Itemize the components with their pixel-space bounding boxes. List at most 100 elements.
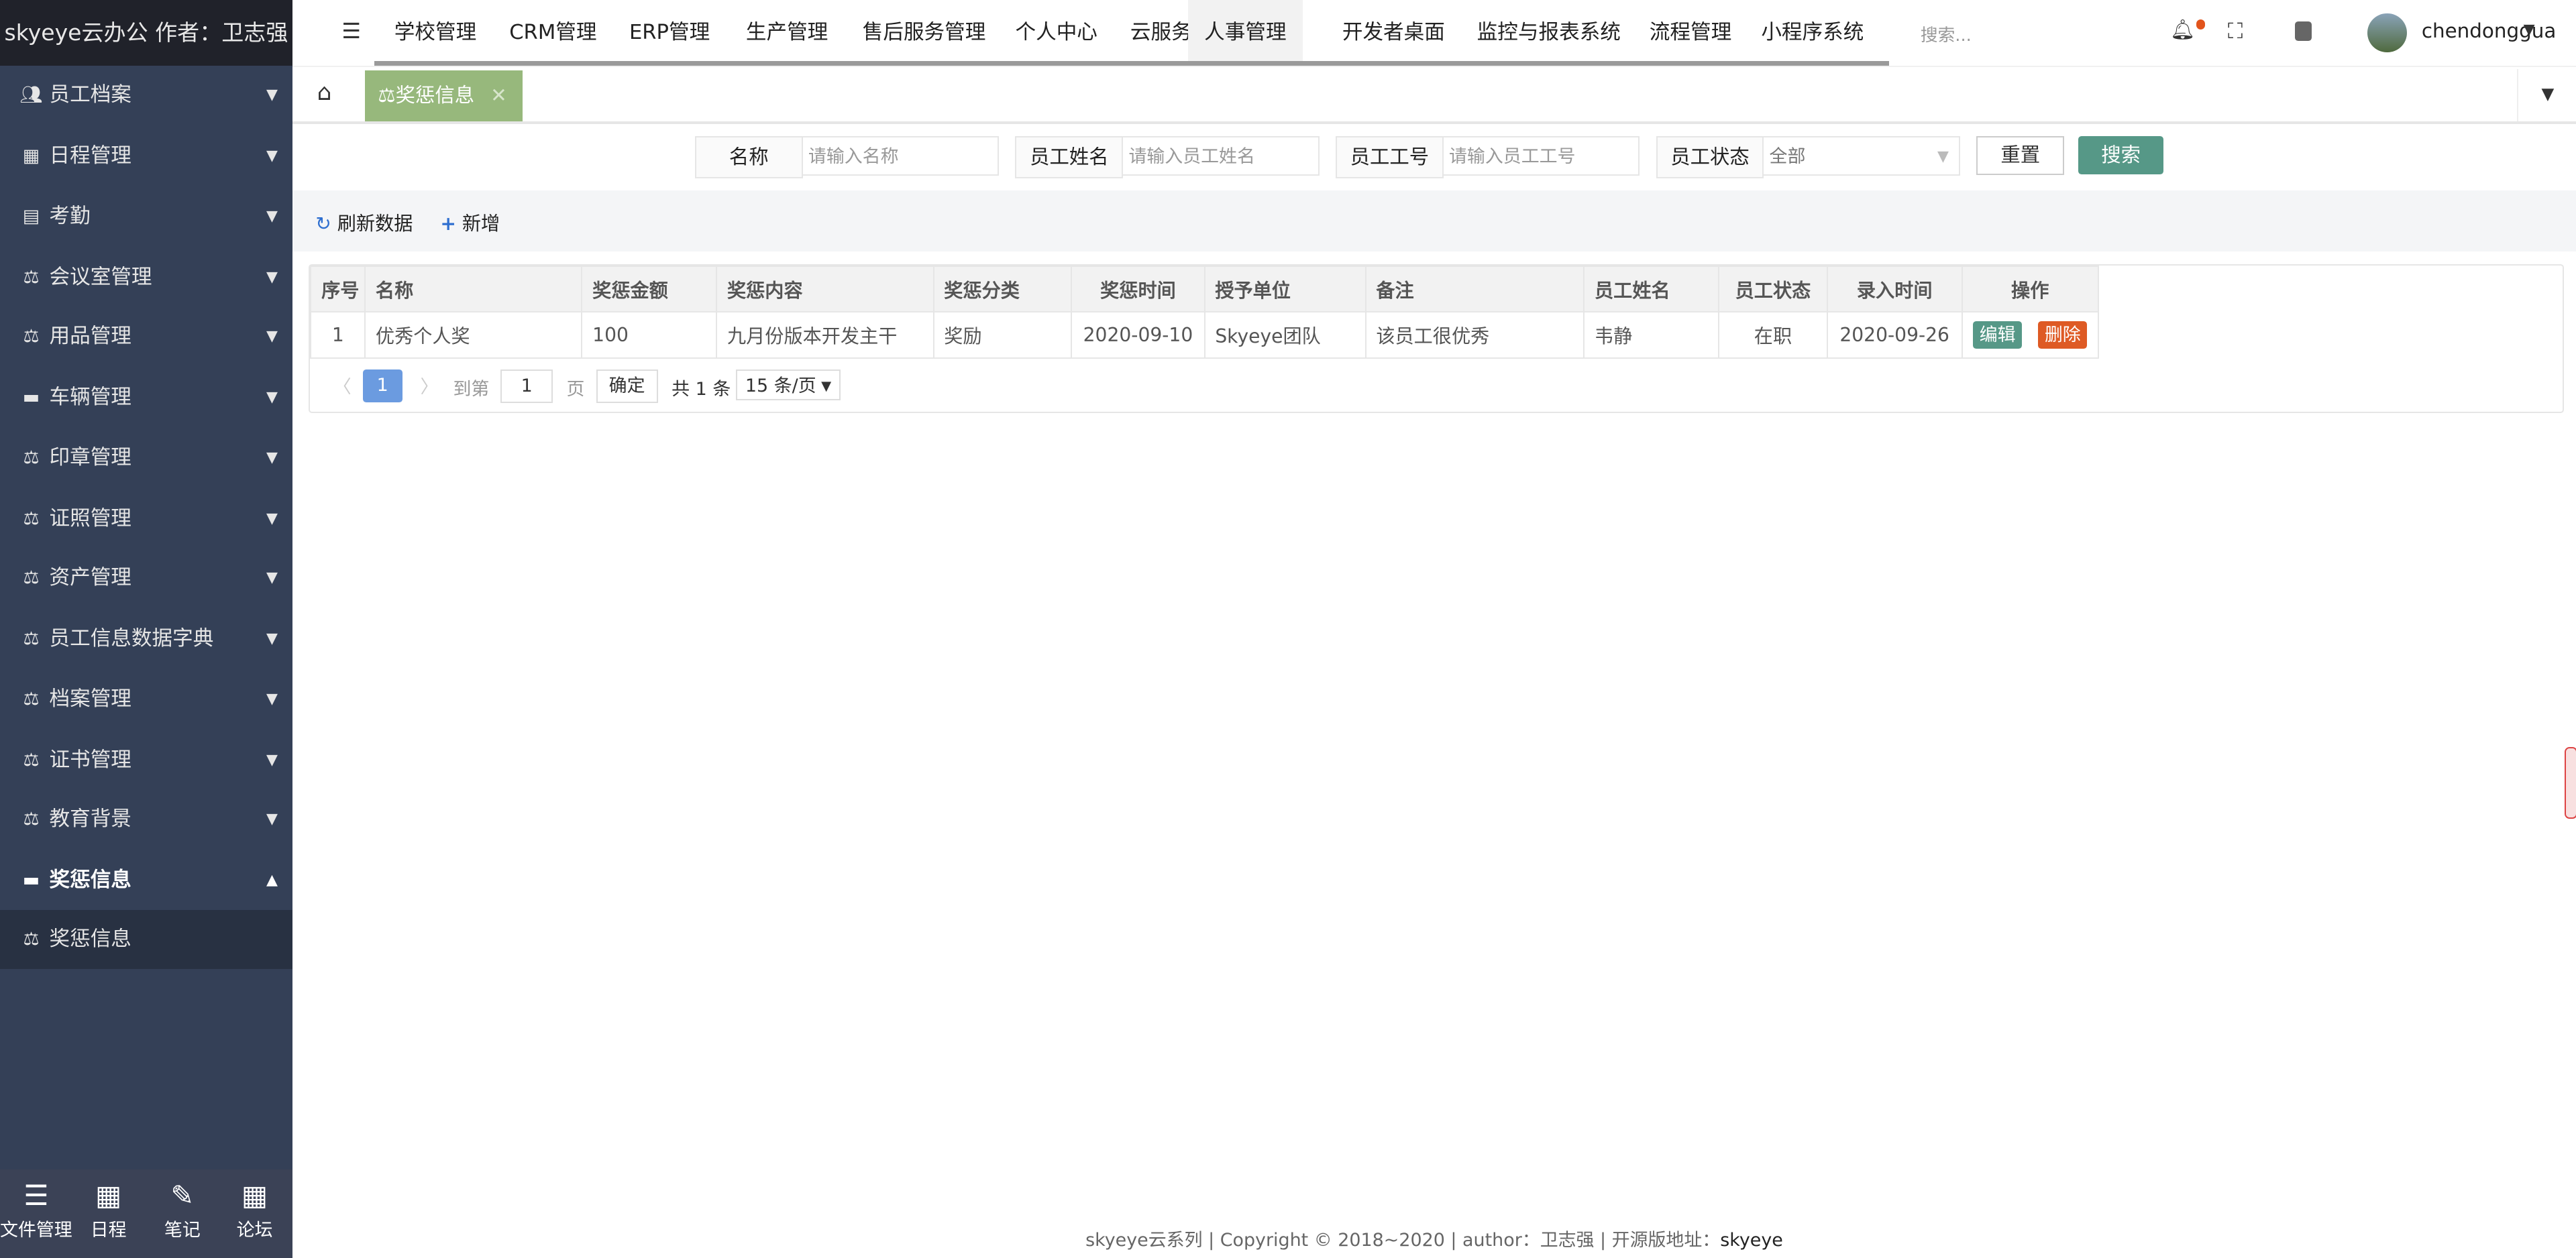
footer-text: skyeye云系列 | Copyright © 2018~2020 | auth… bbox=[1085, 1229, 1721, 1251]
avatar[interactable] bbox=[2367, 13, 2407, 53]
nav-item[interactable]: 云服务 bbox=[1130, 0, 1192, 66]
sidebar-item-label: 车辆管理 bbox=[49, 385, 131, 409]
page-size-value: 15 条/页 bbox=[745, 375, 816, 396]
app-title: skyeye云办公 作者：卫志强 bbox=[0, 0, 292, 66]
nav-item[interactable]: CRM管理 bbox=[509, 0, 596, 66]
sidebar-item[interactable]: ▬ 奖惩信息 ▲ bbox=[0, 851, 292, 910]
shortcut-notes[interactable]: ✎ 笔记 bbox=[146, 1169, 219, 1242]
balance-icon: ⚖ bbox=[23, 325, 40, 347]
sidebar-item[interactable]: ⚖ 员工信息数据字典 ▼ bbox=[0, 610, 292, 669]
close-icon[interactable]: ✕ bbox=[490, 84, 507, 107]
nav-item[interactable]: 个人中心 bbox=[1015, 0, 1097, 66]
global-search-input[interactable]: 搜索... bbox=[1921, 21, 1972, 46]
username[interactable]: chendonggua bbox=[2422, 19, 2557, 42]
footer: skyeye云系列 | Copyright © 2018~2020 | auth… bbox=[292, 1225, 2576, 1251]
sidebar-item[interactable]: ⚖ 用品管理 ▼ bbox=[0, 307, 292, 366]
sidebar-item[interactable]: 👥︎ 员工档案 ▼ bbox=[0, 66, 292, 125]
home-icon[interactable]: ⌂ bbox=[317, 79, 332, 106]
tab-label: 奖惩信息 bbox=[395, 84, 475, 107]
goto-page-input[interactable]: 1 bbox=[500, 369, 553, 404]
add-button[interactable]: + 新增 bbox=[440, 209, 500, 236]
add-label: 新增 bbox=[462, 213, 500, 235]
sidebar-item[interactable]: ⚖ 档案管理 ▼ bbox=[0, 670, 292, 729]
menu-toggle-icon[interactable]: ☰ bbox=[341, 18, 361, 44]
column-header: 授予单位 bbox=[1203, 266, 1366, 313]
column-header: 操作 bbox=[1961, 266, 2099, 313]
column-header: 录入时间 bbox=[1826, 266, 1963, 313]
source-link[interactable]: skyeye bbox=[1720, 1230, 1783, 1251]
sidebar-item-label: 奖惩信息 bbox=[49, 927, 131, 951]
top-nav: ☰ 学校管理 CRM管理 ERP管理 生产管理 售后服务管理 个人中心 云服务 人事管理 开发者… bbox=[292, 0, 2576, 67]
sidebar-item[interactable]: ⚖ 会议室管理 ▼ bbox=[0, 248, 292, 307]
cell-time: 2020-09-10 bbox=[1071, 311, 1205, 359]
tab-menu-dropdown[interactable]: ▼ bbox=[2516, 68, 2576, 122]
nav-scrollbar[interactable] bbox=[374, 60, 1890, 66]
staff-name-input[interactable]: 请输入员工姓名 bbox=[1122, 136, 1320, 176]
sidebar-item[interactable]: ⚖ 证书管理 ▼ bbox=[0, 731, 292, 790]
page-1-button[interactable]: 1 bbox=[362, 369, 402, 402]
staff-state-select[interactable]: 全部 ▼ bbox=[1762, 136, 1960, 176]
next-page-button[interactable]: 〉 bbox=[420, 372, 438, 398]
chevron-down-icon: ▼ bbox=[1937, 148, 1949, 166]
delete-button[interactable]: 删除 bbox=[2038, 321, 2088, 349]
data-table: 序号 名称 奖惩金额 奖惩内容 奖惩分类 奖惩时间 授予单位 备注 员工姓名 员工状态 录入时间 操作… bbox=[310, 266, 2099, 359]
balance-icon: ⚖ bbox=[23, 266, 40, 288]
caret-down-icon[interactable]: ▼ bbox=[2524, 21, 2535, 38]
caret-down-icon: ▼ bbox=[266, 86, 278, 103]
edit-button[interactable]: 编辑 bbox=[1972, 321, 2023, 349]
caret-down-icon: ▼ bbox=[266, 569, 278, 586]
calendar-icon: ▦ bbox=[95, 1178, 122, 1212]
tab-rewards[interactable]: ⚖奖惩信息 ✕ bbox=[364, 70, 523, 122]
confirm-page-button[interactable]: 确定 bbox=[596, 369, 658, 404]
shortcut-files[interactable]: ☰ 文件管理 bbox=[0, 1169, 72, 1242]
balance-icon: ⚖ bbox=[23, 567, 40, 588]
caret-down-icon: ▼ bbox=[266, 630, 278, 647]
column-header: 员工状态 bbox=[1718, 266, 1828, 313]
nav-item[interactable]: 学校管理 bbox=[394, 0, 476, 66]
balance-icon: ⚖ bbox=[23, 749, 40, 770]
caret-down-icon: ▼ bbox=[266, 810, 278, 827]
nav-item[interactable]: 生产管理 bbox=[746, 0, 828, 66]
sidebar-item[interactable]: ⚖ 资产管理 ▼ bbox=[0, 549, 292, 608]
sidebar-item[interactable]: ▤ 考勤 ▼ bbox=[0, 187, 292, 246]
sidebar-item[interactable]: ⚖ 教育背景 ▼ bbox=[0, 790, 292, 849]
nav-item[interactable]: 小程序系统 bbox=[1761, 0, 1864, 66]
nav-item[interactable]: 售后服务管理 bbox=[863, 0, 986, 66]
sidebar-item[interactable]: ⚖ 证照管理 ▼ bbox=[0, 490, 292, 549]
nav-item[interactable]: 流程管理 bbox=[1650, 0, 1731, 66]
archive-icon: ▬ bbox=[22, 869, 40, 891]
fullscreen-icon[interactable]: ⛶ bbox=[2228, 18, 2243, 44]
shortcut-label: 笔记 bbox=[164, 1220, 201, 1241]
shortcut-schedule[interactable]: ▦ 日程 bbox=[72, 1169, 145, 1242]
caret-down-icon: ▼ bbox=[266, 751, 278, 768]
nav-item[interactable]: ERP管理 bbox=[629, 0, 710, 66]
reset-button[interactable]: 重置 bbox=[1976, 136, 2065, 176]
nav-item[interactable]: 开发者桌面 bbox=[1342, 0, 1445, 66]
language-icon[interactable] bbox=[2295, 21, 2312, 42]
page-scrollbar[interactable] bbox=[2564, 747, 2576, 819]
refresh-button[interactable]: ↻ 刷新数据 bbox=[315, 209, 413, 236]
sidebar-item-label: 考勤 bbox=[49, 205, 91, 229]
page-size-select[interactable]: 15 条/页 ▼ bbox=[735, 369, 841, 401]
bell-icon[interactable]: 🔔︎ bbox=[2170, 18, 2195, 42]
caret-down-icon: ▼ bbox=[266, 388, 278, 406]
nav-item[interactable]: 人事管理 bbox=[1187, 0, 1303, 66]
prev-page-button[interactable]: 〈 bbox=[333, 372, 352, 398]
sidebar-item[interactable]: ⚖ 印章管理 ▼ bbox=[0, 428, 292, 488]
sidebar-item-label: 会议室管理 bbox=[49, 265, 152, 289]
column-header: 奖惩时间 bbox=[1071, 266, 1205, 313]
refresh-label: 刷新数据 bbox=[337, 213, 413, 235]
name-input[interactable]: 请输入名称 bbox=[802, 136, 999, 176]
sidebar-subitem-rewards[interactable]: ⚖ 奖惩信息 bbox=[0, 909, 292, 969]
id-card-icon: ▤ bbox=[22, 206, 40, 227]
cell-content: 九月份版本开发主干 bbox=[716, 311, 934, 359]
sidebar-item-label: 用品管理 bbox=[49, 324, 131, 348]
search-button[interactable]: 搜索 bbox=[2078, 136, 2164, 174]
nav-item[interactable]: 监控与报表系统 bbox=[1477, 0, 1621, 66]
caret-down-icon: ▼ bbox=[266, 691, 278, 708]
cell-remark: 该员工很优秀 bbox=[1364, 311, 1585, 359]
cell-staff: 韦静 bbox=[1583, 311, 1720, 359]
sidebar-item[interactable]: ▬ 车辆管理 ▼ bbox=[0, 368, 292, 427]
staff-no-input[interactable]: 请输入员工工号 bbox=[1442, 136, 1640, 176]
shortcut-forum[interactable]: ▦ 论坛 bbox=[219, 1169, 291, 1242]
